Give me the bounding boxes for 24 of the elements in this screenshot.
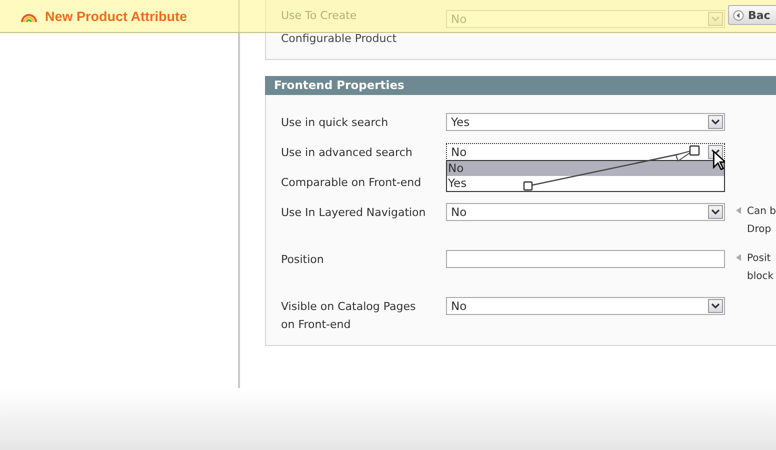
- field-label: Position: [281, 252, 325, 268]
- chevron-down-icon: [708, 115, 723, 129]
- field-label: Use In Layered Navigation: [281, 205, 427, 221]
- field-label: Visible on Catalog Pages on Front-end: [281, 299, 417, 333]
- field-label: Comparable on Front-end: [281, 175, 422, 191]
- chevron-down-icon: [708, 12, 723, 26]
- triangle-left-icon: [736, 207, 741, 214]
- triangle-left-icon: [736, 254, 741, 261]
- select-field[interactable]: No: [446, 203, 725, 221]
- dropdown-option[interactable]: No: [447, 161, 724, 176]
- field-label: Use in advanced search: [281, 145, 414, 161]
- select-field[interactable]: Yes: [446, 113, 725, 131]
- page-title: New Product Attribute: [45, 8, 188, 24]
- input-field[interactable]: [446, 250, 725, 268]
- field-note: Posit block: [747, 252, 774, 284]
- chevron-down-icon: [708, 205, 723, 219]
- select-field[interactable]: No: [446, 297, 725, 315]
- field-label: Use To Create Configurable Product: [281, 9, 398, 46]
- back-button[interactable]: Bac: [728, 5, 776, 25]
- section-header: Frontend Properties: [265, 76, 776, 95]
- field-note: Can b Drop: [747, 205, 776, 237]
- chevron-down-icon: [708, 299, 723, 313]
- dropdown-option[interactable]: Yes: [447, 176, 724, 191]
- field-label: Use in quick search: [281, 115, 390, 131]
